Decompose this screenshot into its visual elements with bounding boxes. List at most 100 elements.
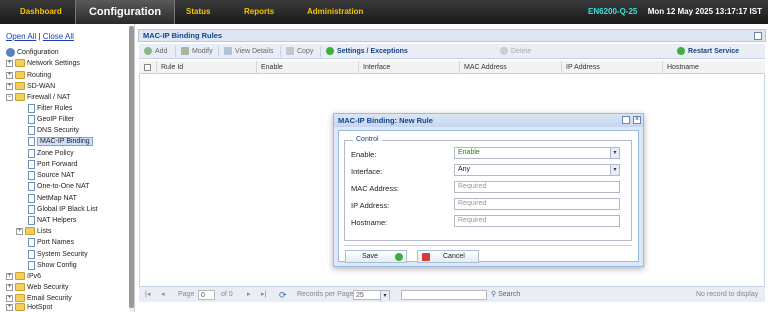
open-all-link[interactable]: Open All [6, 32, 36, 41]
check-circle-icon [326, 47, 334, 56]
nav-reports[interactable]: Reports [244, 0, 274, 24]
column-interface[interactable]: Interface [358, 61, 459, 74]
tree-item-source-nat[interactable]: Source NAT [26, 170, 75, 181]
enable-select[interactable]: Enable ▾ [454, 147, 620, 159]
add-button[interactable]: Add [144, 44, 167, 59]
page-number-input[interactable]: 0 [198, 290, 215, 300]
first-page-icon[interactable]: |◂ [145, 287, 150, 303]
delete-button[interactable]: Delete [500, 44, 531, 59]
collapse-icon[interactable]: − [6, 93, 13, 101]
tree-item-geoip-filter[interactable]: GeoIP Filter [26, 114, 74, 125]
search-button[interactable]: ⚲ Search [491, 287, 520, 303]
close-icon[interactable]: × [633, 116, 641, 124]
maximize-icon[interactable] [754, 32, 762, 40]
next-page-icon[interactable]: ▸ [247, 287, 251, 303]
tree-item-firewall-nat[interactable]: − Firewall / NAT [6, 92, 70, 103]
column-enable[interactable]: Enable [256, 61, 358, 74]
tree-item-port-names[interactable]: Port Names [26, 237, 74, 248]
expand-icon[interactable]: + [6, 303, 13, 311]
sidebar-scrollbar[interactable] [129, 26, 134, 312]
delete-icon [500, 47, 508, 56]
device-name: EN6200-Q-25 [588, 7, 638, 16]
tree-item-one-to-one-nat[interactable]: One-to-One NAT [26, 181, 89, 192]
ip-address-label: IP Address: [351, 201, 390, 210]
expand-icon[interactable]: + [6, 71, 13, 79]
records-per-page-select[interactable]: 25 ▾ [353, 290, 390, 301]
folder-icon [15, 272, 25, 281]
tree-item-web-security[interactable]: + Web Security [6, 282, 69, 293]
column-ip-address[interactable]: IP Address [561, 61, 662, 74]
folder-open-icon [15, 93, 25, 102]
maximize-icon[interactable] [622, 116, 630, 124]
nav-dashboard[interactable]: Dashboard [20, 0, 62, 24]
tree-item-routing[interactable]: + Routing [6, 70, 51, 81]
page-icon [28, 148, 35, 158]
page-icon [28, 159, 35, 169]
tree-item-netmap-nat[interactable]: NetMap NAT [26, 193, 77, 204]
gear-icon [6, 47, 15, 57]
expand-icon[interactable]: + [6, 294, 13, 302]
expand-icon[interactable]: + [16, 227, 23, 235]
restart-service-button[interactable]: Restart Service [677, 44, 739, 59]
page-icon [28, 193, 35, 203]
ip-address-input[interactable]: Required [454, 198, 620, 210]
modify-button[interactable]: Modify [181, 44, 213, 59]
tree-item-hotspot[interactable]: + HotSpot [6, 302, 52, 312]
hostname-input[interactable]: Required [454, 215, 620, 227]
column-mac-address[interactable]: MAC Address [459, 61, 561, 74]
search-input[interactable] [401, 290, 487, 300]
mac-address-input[interactable]: Required [454, 181, 620, 193]
tree-item-lists[interactable]: + Lists [16, 226, 51, 237]
new-rule-dialog: MAC-IP Binding: New Rule × Control Enabl… [333, 113, 644, 267]
tree-item-global-ip-black-list[interactable]: Global IP Black List [26, 204, 98, 215]
refresh-icon[interactable]: ⟳ [279, 287, 287, 303]
tree-item-dns-security[interactable]: DNS Security [26, 125, 79, 136]
grid-toolbar: Add Modify View Details Copy Settings / … [139, 44, 765, 59]
save-button[interactable]: Save [345, 250, 407, 263]
nav-configuration[interactable]: Configuration [75, 0, 175, 24]
expand-icon[interactable]: + [6, 59, 13, 67]
nav-status[interactable]: Status [186, 0, 210, 24]
select-all-checkbox[interactable] [144, 64, 151, 71]
tree-item-ipv6[interactable]: + IPv6 [6, 271, 41, 282]
tree-item-sd-wan[interactable]: + SD-WAN [6, 81, 55, 92]
tree-root-configuration[interactable]: Configuration [6, 47, 59, 58]
tree-item-system-security[interactable]: System Security [26, 249, 88, 260]
tree-controls-sep: | [38, 32, 41, 41]
tree-item-filter-rules[interactable]: Filter Rules [26, 103, 72, 114]
expand-icon[interactable]: + [6, 283, 13, 291]
interface-select[interactable]: Any ▾ [454, 164, 620, 176]
copy-button[interactable]: Copy [286, 44, 313, 59]
add-icon [144, 47, 152, 56]
datetime: Mon 12 May 2025 13:17:17 IST [647, 7, 762, 16]
tree-item-zone-policy[interactable]: Zone Policy [26, 148, 74, 159]
tree-item-show-config[interactable]: Show Config [26, 260, 77, 271]
page-icon [28, 181, 35, 191]
last-page-icon[interactable]: ▸| [261, 287, 266, 303]
column-hostname[interactable]: Hostname [662, 61, 765, 74]
hostname-label: Hostname: [351, 218, 388, 227]
folder-icon [15, 71, 25, 80]
pager: |◂ ◂ Page 0 of 0 ▸ ▸| ⟳ Records per Page… [139, 286, 765, 302]
sidebar-scroll-thumb[interactable] [129, 26, 134, 308]
page-icon [28, 215, 35, 225]
tree-item-nat-helpers[interactable]: NAT Helpers [26, 215, 76, 226]
expand-icon[interactable]: + [6, 82, 13, 90]
tree-item-port-forward[interactable]: Port Forward [26, 159, 77, 170]
tree-item-mac-ip-binding[interactable]: MAC-IP Binding [26, 136, 93, 147]
nav-administration[interactable]: Administration [307, 0, 363, 24]
settings-exceptions-button[interactable]: Settings / Exceptions [326, 44, 408, 59]
records-per-page-label: Records per Page [297, 291, 354, 298]
close-all-link[interactable]: Close All [43, 32, 74, 41]
top-nav-bar: Dashboard Configuration Status Reports A… [0, 0, 768, 24]
copy-icon [286, 47, 294, 56]
expand-icon[interactable]: + [6, 272, 13, 280]
cancel-button[interactable]: Cancel [417, 250, 479, 263]
prev-page-icon[interactable]: ◂ [161, 287, 165, 303]
folder-icon [15, 283, 25, 292]
tree-item-network-settings[interactable]: + Network Settings [6, 58, 80, 69]
page-icon [28, 114, 35, 124]
column-rule-id[interactable]: Rule Id [156, 61, 256, 74]
view-details-button[interactable]: View Details [224, 44, 273, 59]
page-icon [28, 103, 35, 113]
